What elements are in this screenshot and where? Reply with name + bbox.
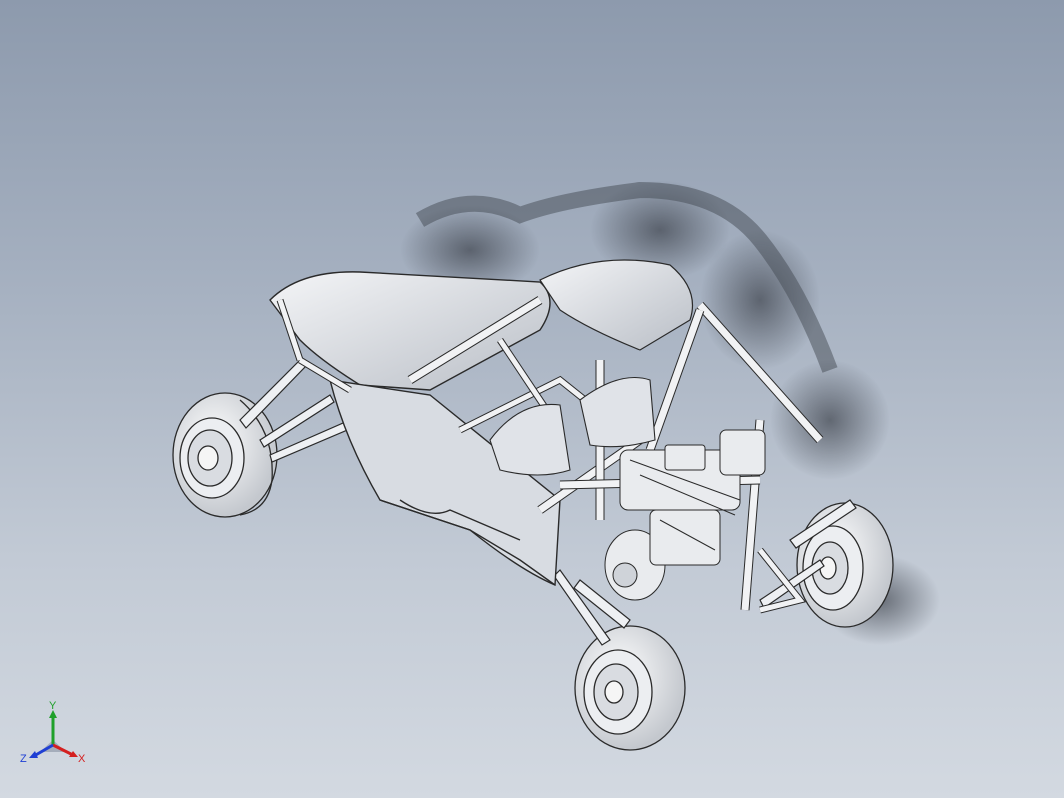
x-axis-label: X (78, 753, 86, 765)
z-axis-label: Z (20, 753, 27, 765)
y-axis-label: Y (49, 700, 57, 712)
coordinate-triad: Y X Z (20, 700, 86, 765)
wheel-front-left[interactable] (574, 625, 686, 751)
engine-assembly[interactable] (604, 429, 766, 601)
graphics-viewport[interactable]: Y X Z (0, 0, 1064, 798)
wheel-front-right[interactable] (796, 502, 894, 628)
3d-model-view[interactable] (0, 0, 1064, 798)
